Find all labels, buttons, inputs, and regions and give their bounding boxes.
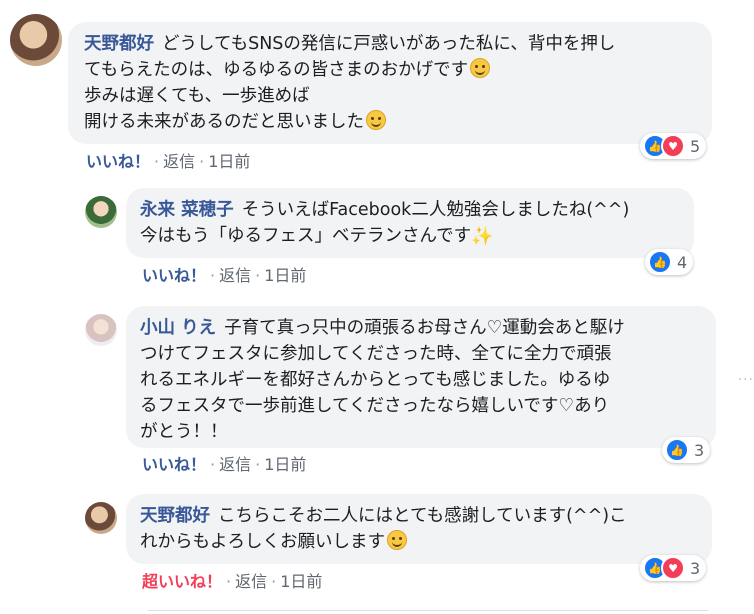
comment-text: 歩みは遅くても、一歩進めば: [84, 86, 310, 106]
timestamp[interactable]: 1日前: [264, 455, 306, 474]
smile-emoji-icon: [387, 530, 407, 550]
heart-icon: ♥: [661, 134, 685, 158]
sparkle-emoji-icon: ✨: [471, 226, 494, 247]
timestamp[interactable]: 1日前: [208, 152, 250, 171]
comment-author[interactable]: 天野都好: [84, 34, 154, 54]
like-button[interactable]: いいね！: [142, 455, 206, 474]
comment-text: つけてフェスタに参加してくださった時、全てに全力で頑張: [140, 344, 612, 364]
reaction-summary[interactable]: 👍 ♥ 5: [640, 133, 707, 159]
separator: ·: [154, 152, 160, 171]
comment-actions: いいね！ · 返信 · 1日前: [86, 148, 250, 172]
comment-text: てもらえたのは、ゆるゆるの皆さまのおかげです: [84, 60, 469, 80]
comment-actions: いいね！ · 返信 · 1日前: [142, 262, 306, 286]
comment-text: れるエネルギーを都好さんからとっても感じました。ゆるゆ: [140, 370, 611, 390]
reply-button[interactable]: 返信: [219, 266, 251, 285]
heart-icon: ♥: [661, 556, 685, 580]
superlike-button[interactable]: 超いいね！: [142, 572, 222, 591]
avatar[interactable]: [85, 314, 117, 346]
comment-bubble: 天野都好 こちらこそお二人にはとても感謝しています(^^)こ れからもよろしくお願…: [126, 494, 712, 564]
comment-author[interactable]: 天野都好: [140, 506, 210, 526]
separator: ·: [255, 266, 261, 285]
reply-button[interactable]: 返信: [163, 152, 195, 171]
comment-text: れからもよろしくお願いします: [140, 532, 385, 552]
thumbs-up-icon: 👍: [665, 438, 689, 462]
reply-button[interactable]: 返信: [235, 572, 267, 591]
reaction-count: 4: [677, 252, 688, 272]
timestamp[interactable]: 1日前: [264, 266, 306, 285]
more-horizontal-icon[interactable]: ...: [738, 368, 754, 384]
thumbs-up-icon: 👍: [648, 250, 672, 274]
like-button[interactable]: いいね！: [86, 152, 150, 171]
avatar[interactable]: [10, 14, 62, 66]
comment-bubble: 永来 菜穂子 そういえばFacebook二人勉強会しましたね(^^) 今はもう「ゆ…: [126, 188, 694, 258]
separator: ·: [210, 266, 216, 285]
timestamp[interactable]: 1日前: [280, 572, 322, 591]
reaction-summary[interactable]: 👍 4: [645, 249, 694, 275]
reaction-count: 5: [690, 136, 701, 156]
comment-actions: 超いいね！ · 返信 · 1日前: [142, 568, 322, 592]
separator: ·: [271, 572, 277, 591]
separator: ·: [226, 572, 232, 591]
reaction-summary[interactable]: 👍 3: [662, 437, 711, 463]
reaction-count: 3: [694, 440, 705, 460]
like-button[interactable]: いいね！: [142, 266, 206, 285]
separator: ·: [255, 455, 261, 474]
reaction-summary[interactable]: 👍 ♥ 3: [640, 555, 707, 581]
avatar[interactable]: [85, 196, 117, 228]
reaction-count: 3: [690, 558, 701, 578]
comment-text: どうしてもSNSの発信に戸惑いがあった私に、背中を押し: [162, 34, 616, 54]
comment-text: 開ける未来があるのだと思いました: [84, 112, 364, 132]
comment-author[interactable]: 永来 菜穂子: [140, 200, 234, 220]
divider: [148, 610, 708, 611]
comment-text: 子育て真っ只中の頑張るお母さん♡運動会あと駆け: [224, 318, 625, 338]
avatar[interactable]: [85, 502, 117, 534]
comment-bubble: 小山 りえ 子育て真っ只中の頑張るお母さん♡運動会あと駆け つけてフェスタに参加し…: [126, 306, 716, 448]
comment-text: そういえばFacebook二人勉強会しましたね(^^): [241, 200, 630, 220]
comment-bubble: 天野都好 どうしてもSNSの発信に戸惑いがあった私に、背中を押し てもらえたのは、…: [68, 22, 712, 144]
reply-button[interactable]: 返信: [219, 455, 251, 474]
comment-actions: いいね！ · 返信 · 1日前: [142, 451, 306, 475]
comment-text: 今はもう「ゆるフェス」ベテランさんです: [140, 226, 472, 246]
separator: ·: [210, 455, 216, 474]
separator: ·: [199, 152, 205, 171]
comment-text: がとう！！: [140, 422, 228, 442]
comment-text: こちらこそお二人にはとても感謝しています(^^)こ: [218, 506, 627, 526]
comment-author[interactable]: 小山 りえ: [140, 318, 216, 338]
comment-text: るフェスタで一歩前進してくださったなら嬉しいです♡あり: [140, 396, 610, 416]
smile-emoji-icon: [366, 110, 386, 130]
smile-emoji-icon: [470, 58, 491, 78]
